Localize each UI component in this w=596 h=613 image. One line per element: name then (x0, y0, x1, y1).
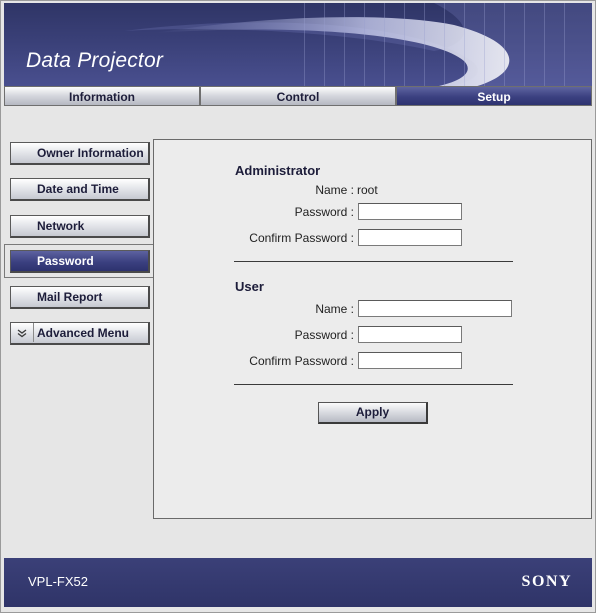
user-heading: User (235, 279, 264, 294)
menu-item-label: Mail Report (37, 290, 103, 304)
administrator-heading: Administrator (235, 163, 321, 178)
apply-button[interactable]: Apply (318, 402, 428, 424)
menu-mail-report[interactable]: Mail Report (10, 286, 150, 309)
footer-bar: VPL-FX52 SONY (4, 558, 592, 607)
banner-swoosh-graphic (124, 3, 592, 88)
menu-date-and-time[interactable]: Date and Time (10, 178, 150, 201)
menu-password[interactable]: Password (10, 250, 150, 273)
admin-confirm-password-label: Confirm Password : (249, 231, 354, 245)
user-password-label: Password : (294, 328, 354, 342)
header-banner: Data Projector (4, 3, 592, 88)
admin-confirm-password-field[interactable] (358, 229, 462, 246)
admin-password-field[interactable] (358, 203, 462, 220)
section-divider (234, 261, 513, 262)
admin-password-label: Password : (294, 205, 354, 219)
menu-item-label: Owner Information (37, 146, 144, 160)
tab-information[interactable]: Information (4, 86, 200, 106)
menu-item-label: Password (37, 254, 94, 268)
menu-network[interactable]: Network (10, 215, 150, 238)
menu-item-label: Date and Time (37, 182, 119, 196)
app-title: Data Projector (26, 49, 164, 72)
admin-name-label: Name : (315, 183, 354, 197)
top-tab-bar: Information Control Setup (4, 86, 592, 108)
user-confirm-password-label: Confirm Password : (249, 354, 354, 368)
section-divider (234, 384, 513, 385)
collapse-arrows-icon (11, 323, 34, 342)
menu-item-label: Advanced Menu (37, 326, 130, 340)
tab-control[interactable]: Control (200, 86, 396, 106)
admin-name-value: root (357, 183, 378, 197)
brand-logo: SONY (521, 573, 572, 590)
user-confirm-password-field[interactable] (358, 352, 462, 369)
user-name-field[interactable] (358, 300, 512, 317)
menu-item-label: Network (37, 219, 85, 233)
user-password-field[interactable] (358, 326, 462, 343)
menu-advanced-menu[interactable]: Advanced Menu (10, 322, 150, 345)
tab-setup[interactable]: Setup (396, 86, 592, 106)
menu-owner-information[interactable]: Owner Information (10, 142, 150, 165)
password-settings-panel: Administrator Name : root Password : Con… (153, 139, 592, 519)
user-name-label: Name : (315, 302, 354, 316)
model-name: VPL-FX52 (28, 574, 88, 589)
